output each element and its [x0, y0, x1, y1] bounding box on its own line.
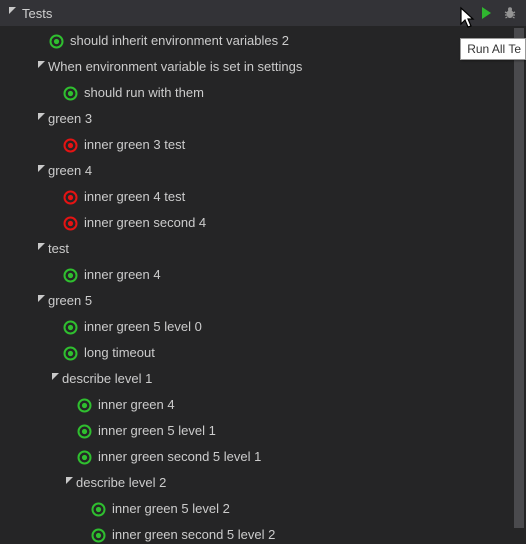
vertical-scrollbar-thumb[interactable] — [514, 28, 524, 528]
status-pass-icon — [62, 85, 78, 101]
status-pass-icon — [90, 527, 106, 543]
run-all-tests-button[interactable] — [476, 3, 496, 23]
expand-twisty[interactable] — [34, 106, 48, 132]
tree-suite[interactable]: describe level 2 — [0, 470, 526, 496]
test-label: inner green 4 — [98, 392, 175, 418]
panel-collapse-twisty[interactable] — [4, 5, 20, 21]
tree-test[interactable]: inner green 3 test — [0, 132, 526, 158]
test-label: inner green 5 level 0 — [84, 314, 202, 340]
tree-suite[interactable]: test — [0, 236, 526, 262]
test-label: inner green second 5 level 2 — [112, 522, 275, 544]
expand-twisty[interactable] — [34, 288, 48, 314]
suite-label: test — [48, 236, 69, 262]
tree-test[interactable]: inner green second 4 — [0, 210, 526, 236]
debug-tests-button[interactable] — [500, 3, 520, 23]
tree-test[interactable]: inner green 5 level 2 — [0, 496, 526, 522]
tree-test[interactable]: inner green 5 level 0 — [0, 314, 526, 340]
status-pass-icon — [76, 423, 92, 439]
tests-tree[interactable]: should inherit environment variables 2Wh… — [0, 26, 526, 544]
test-label: inner green second 4 — [84, 210, 206, 236]
run-all-tooltip: Run All Te — [460, 38, 526, 60]
status-pass-icon — [76, 397, 92, 413]
test-label: inner green 5 level 1 — [98, 418, 216, 444]
status-pass-icon — [48, 33, 64, 49]
suite-label: When environment variable is set in sett… — [48, 54, 302, 80]
suite-label: green 5 — [48, 288, 92, 314]
tests-panel-header[interactable]: Tests — [0, 0, 526, 26]
expand-twisty[interactable] — [34, 236, 48, 262]
status-pass-icon — [76, 449, 92, 465]
panel-title: Tests — [22, 6, 52, 21]
panel-actions — [476, 3, 526, 23]
status-pass-icon — [62, 345, 78, 361]
tree-test[interactable]: inner green 5 level 1 — [0, 418, 526, 444]
status-fail-icon — [62, 215, 78, 231]
suite-label: green 4 — [48, 158, 92, 184]
tree-test[interactable]: should run with them — [0, 80, 526, 106]
tree-test[interactable]: should inherit environment variables 2 — [0, 28, 526, 54]
status-fail-icon — [62, 189, 78, 205]
tree-test[interactable]: long timeout — [0, 340, 526, 366]
expand-twisty[interactable] — [34, 54, 48, 80]
tree-test[interactable]: inner green 4 — [0, 262, 526, 288]
tree-test[interactable]: inner green second 5 level 2 — [0, 522, 526, 544]
tree-suite[interactable]: When environment variable is set in sett… — [0, 54, 526, 80]
tests-panel: Tests should inh — [0, 0, 526, 544]
test-label: long timeout — [84, 340, 155, 366]
test-label: inner green 5 level 2 — [112, 496, 230, 522]
suite-label: describe level 1 — [62, 366, 152, 392]
test-label: inner green 4 test — [84, 184, 185, 210]
test-label: should inherit environment variables 2 — [70, 28, 289, 54]
vertical-scrollbar[interactable] — [512, 26, 526, 544]
tree-suite[interactable]: green 3 — [0, 106, 526, 132]
test-label: inner green 3 test — [84, 132, 185, 158]
status-pass-icon — [90, 501, 106, 517]
status-pass-icon — [62, 267, 78, 283]
expand-twisty[interactable] — [34, 158, 48, 184]
tree-test[interactable]: inner green 4 test — [0, 184, 526, 210]
test-label: inner green 4 — [84, 262, 161, 288]
status-pass-icon — [62, 319, 78, 335]
status-fail-icon — [62, 137, 78, 153]
tree-test[interactable]: inner green 4 — [0, 392, 526, 418]
suite-label: green 3 — [48, 106, 92, 132]
suite-label: describe level 2 — [76, 470, 166, 496]
test-label: should run with them — [84, 80, 204, 106]
bug-icon — [503, 6, 517, 20]
play-icon — [479, 6, 493, 20]
tree-test[interactable]: inner green second 5 level 1 — [0, 444, 526, 470]
expand-twisty[interactable] — [48, 366, 62, 392]
expand-twisty[interactable] — [62, 470, 76, 496]
test-label: inner green second 5 level 1 — [98, 444, 261, 470]
tree-suite[interactable]: green 5 — [0, 288, 526, 314]
tree-suite[interactable]: green 4 — [0, 158, 526, 184]
tree-suite[interactable]: describe level 1 — [0, 366, 526, 392]
